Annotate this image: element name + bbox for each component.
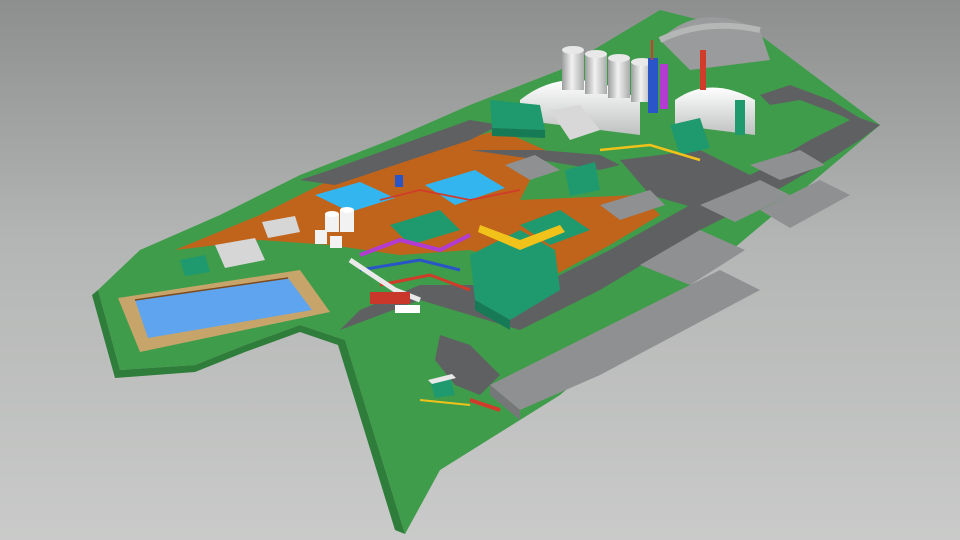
plant-3d-scene	[92, 10, 880, 534]
plant-3d-viewport[interactable]	[0, 0, 960, 540]
